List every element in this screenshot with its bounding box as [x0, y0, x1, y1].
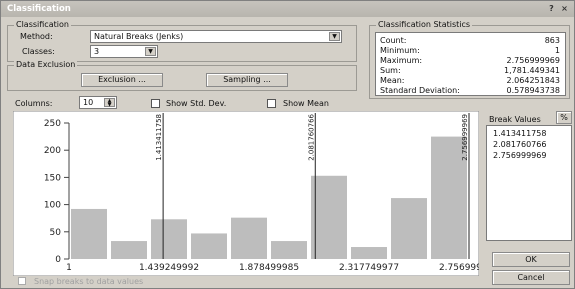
break-value-item[interactable]: 1.413411758: [493, 129, 546, 138]
x-tick-label: 1.878499985: [239, 263, 299, 273]
histogram-bar: [271, 241, 307, 259]
histogram-bar: [391, 198, 427, 259]
data-exclusion-group: Data Exclusion Exclusion ... Sampling ..…: [7, 60, 357, 91]
close-button[interactable]: ×: [559, 3, 570, 14]
stat-label: Standard Deviation:: [380, 86, 460, 95]
snap-breaks-label: Snap breaks to data values: [34, 277, 144, 286]
histogram-chart: 0 50 100 150 200 250 1 1.439249992 1.878499985 2.…: [13, 111, 479, 276]
stat-row: Standard Deviation: 0.578943738: [380, 86, 560, 95]
stat-label: Minimum:: [380, 46, 420, 55]
percent-button[interactable]: %: [556, 111, 572, 124]
break-values-header: Break Values: [489, 115, 541, 124]
chevron-down-icon[interactable]: ▼: [145, 47, 156, 56]
ok-button[interactable]: OK: [492, 252, 570, 267]
y-tick-label: 50: [50, 228, 62, 238]
stat-row: Minimum: 1: [380, 46, 560, 55]
histogram-bar: [191, 233, 227, 259]
exclusion-button[interactable]: Exclusion ...: [81, 73, 163, 87]
y-tick-label: 200: [44, 146, 61, 156]
columns-label: Columns:: [15, 99, 53, 108]
columns-value: 10: [83, 98, 94, 107]
stat-value: 1,781.449341: [504, 66, 560, 75]
chevron-down-icon[interactable]: ▼: [329, 32, 340, 41]
break-values-list: 1.413411758 2.081760766 2.756999969: [486, 125, 572, 241]
classes-label: Classes:: [22, 47, 55, 56]
sampling-button[interactable]: Sampling ...: [206, 73, 288, 87]
stat-value: 2.756999969: [506, 56, 560, 65]
spinner-arrows-icon[interactable]: ▲ ▼: [104, 98, 115, 108]
classification-statistics-group: Classification Statistics Count: 863 Mini…: [369, 20, 570, 99]
stat-value: 0.578943738: [506, 86, 560, 95]
histogram-bar: [151, 219, 187, 259]
break-line-label: 1.413411758: [155, 114, 163, 161]
x-tick-label: 2.756999969: [439, 263, 479, 273]
classification-group: Classification Method: Natural Breaks (J…: [7, 20, 357, 62]
stat-row: Count: 863: [380, 36, 560, 45]
histogram-bar: [351, 247, 387, 259]
stat-label: Mean:: [380, 76, 405, 85]
method-label: Method:: [20, 32, 53, 41]
stat-value: 2.064251843: [506, 76, 560, 85]
x-tick-label: 1: [66, 263, 72, 273]
method-select[interactable]: Natural Breaks (Jenks) ▼: [90, 30, 342, 43]
histogram-bar: [111, 241, 147, 259]
stat-row: Maximum: 2.756999969: [380, 56, 560, 65]
y-tick-label: 150: [44, 173, 61, 183]
y-tick-label: 250: [44, 119, 61, 129]
statistics-group-label: Classification Statistics: [376, 20, 473, 29]
data-exclusion-label: Data Exclusion: [14, 60, 78, 69]
stat-label: Sum:: [380, 66, 401, 75]
title-bar: Classification ? ×: [1, 1, 574, 17]
break-value-item[interactable]: 2.756999969: [493, 151, 546, 160]
show-std-dev-label: Show Std. Dev.: [166, 99, 227, 108]
y-tick-label: 100: [44, 201, 61, 211]
break-line-label: 2.756999969: [461, 114, 469, 161]
show-std-dev-checkbox[interactable]: [151, 99, 160, 108]
x-tick-label: 1.439249992: [139, 263, 199, 273]
x-tick-label: 2.317749977: [339, 263, 399, 273]
statistics-panel: Count: 863 Minimum: 1 Maximum: 2.756999969 …: [375, 32, 566, 96]
stat-row: Sum: 1,781.449341: [380, 66, 560, 75]
help-button[interactable]: ?: [546, 3, 557, 14]
cancel-button[interactable]: Cancel: [492, 270, 570, 285]
stat-label: Count:: [380, 36, 407, 45]
classes-select[interactable]: 3 ▼: [90, 45, 158, 58]
classes-value: 3: [94, 47, 100, 56]
stat-value: 1: [554, 46, 560, 55]
snap-breaks-checkbox[interactable]: [18, 277, 26, 285]
show-mean-checkbox[interactable]: [267, 99, 276, 108]
classification-dialog: Classification ? × Classification Method…: [0, 0, 575, 289]
histogram-bar: [231, 217, 267, 259]
y-tick-label: 0: [55, 255, 61, 265]
stat-row: Mean: 2.064251843: [380, 76, 560, 85]
stat-label: Maximum:: [380, 56, 423, 65]
columns-spinner[interactable]: 10 ▲ ▼: [79, 96, 117, 109]
method-value: Natural Breaks (Jenks): [94, 32, 184, 41]
break-value-item[interactable]: 2.081760766: [493, 140, 546, 149]
histogram-bar: [311, 175, 347, 259]
break-line-label: 2.081760766: [307, 113, 315, 160]
window-title: Classification: [7, 4, 71, 14]
stat-value: 863: [544, 36, 560, 45]
show-mean-label: Show Mean: [283, 99, 329, 108]
histogram-bar: [71, 208, 107, 259]
classification-group-label: Classification: [14, 20, 71, 29]
